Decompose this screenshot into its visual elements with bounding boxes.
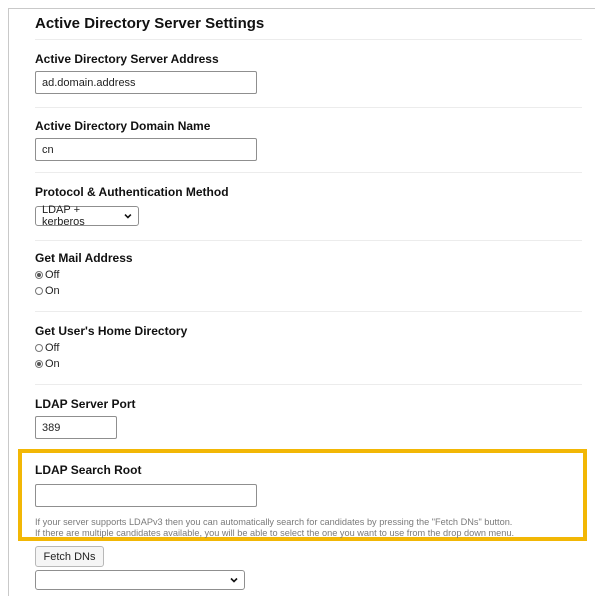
protocol-select-value: LDAP + kerberos xyxy=(42,204,85,228)
radio-icon[interactable] xyxy=(35,344,43,352)
mail-on-option[interactable]: On xyxy=(35,285,60,297)
server-address-label: Active Directory Server Address xyxy=(35,52,219,66)
panel-top-border xyxy=(8,8,595,9)
get-mail-address-label: Get Mail Address xyxy=(35,251,133,265)
divider xyxy=(35,107,582,108)
ldap-port-input[interactable] xyxy=(35,416,117,439)
radio-label: Off xyxy=(45,342,60,354)
protocol-label: Protocol & Authentication Method xyxy=(35,185,229,199)
radio-label: Off xyxy=(45,269,60,281)
settings-page: Active Directory Server Settings Active … xyxy=(0,0,595,596)
dn-select[interactable] xyxy=(35,570,245,590)
divider xyxy=(35,172,582,173)
home-on-option[interactable]: On xyxy=(35,358,60,370)
ldap-search-root-label: LDAP Search Root xyxy=(35,463,142,477)
radio-icon[interactable] xyxy=(35,271,43,279)
help-line: If your server supports LDAPv3 then you … xyxy=(35,517,513,527)
mail-off-option[interactable]: Off xyxy=(35,269,59,281)
ldap-search-root-input[interactable] xyxy=(35,484,257,507)
panel-left-border xyxy=(8,8,9,596)
section-title: Active Directory Server Settings xyxy=(35,15,265,32)
divider xyxy=(35,311,582,312)
domain-name-input[interactable] xyxy=(35,138,257,161)
help-line: If there are multiple candidates availab… xyxy=(35,527,515,538)
chevron-down-icon xyxy=(230,577,238,583)
divider xyxy=(35,39,582,40)
get-home-directory-label: Get User's Home Directory xyxy=(35,324,188,338)
ldap-port-label: LDAP Server Port xyxy=(35,397,136,411)
home-off-option[interactable]: Off xyxy=(35,342,59,354)
divider xyxy=(35,240,582,241)
radio-icon[interactable] xyxy=(35,287,43,295)
chevron-down-icon xyxy=(124,213,132,219)
radio-icon[interactable] xyxy=(35,360,43,368)
domain-name-label: Active Directory Domain Name xyxy=(35,119,211,133)
divider xyxy=(35,384,582,385)
protocol-select[interactable]: LDAP + kerberos xyxy=(35,204,139,228)
radio-label: On xyxy=(45,358,60,370)
ldap-search-root-help: If your server supports LDAPv3 then you … xyxy=(35,517,585,538)
fetch-dns-button[interactable]: Fetch DNs xyxy=(35,546,104,567)
radio-label: On xyxy=(45,285,60,297)
server-address-input[interactable] xyxy=(35,71,257,94)
